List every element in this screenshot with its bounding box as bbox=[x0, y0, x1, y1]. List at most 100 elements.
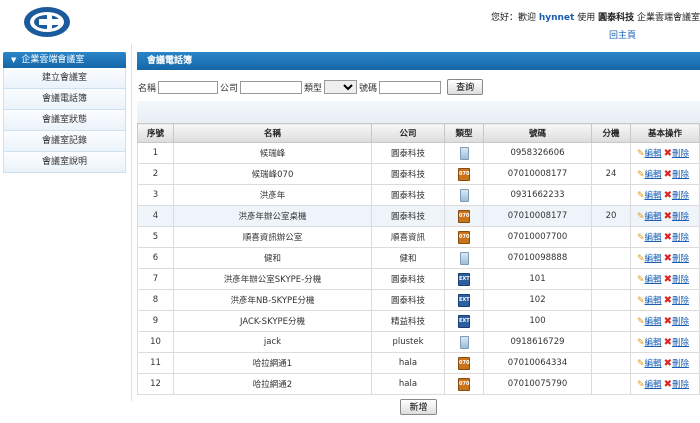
company-input[interactable] bbox=[240, 80, 303, 94]
edit-link[interactable]: 編輯 bbox=[645, 338, 662, 348]
red-x-icon[interactable]: ✖ bbox=[664, 169, 672, 180]
cell-number: 0918616729 bbox=[483, 331, 592, 353]
cell-ext bbox=[591, 268, 631, 290]
red-x-icon[interactable]: ✖ bbox=[664, 274, 672, 285]
edit-link[interactable]: 編輯 bbox=[645, 380, 662, 390]
mobile-phone-icon bbox=[459, 146, 469, 160]
delete-link[interactable]: 刪除 bbox=[672, 359, 689, 369]
col-header-no[interactable]: 序號 bbox=[137, 123, 174, 143]
red-x-icon[interactable]: ✖ bbox=[664, 211, 672, 222]
voip-070-icon: 070 bbox=[458, 230, 470, 244]
red-x-icon[interactable]: ✖ bbox=[664, 295, 672, 306]
red-x-icon[interactable]: ✖ bbox=[664, 190, 672, 201]
pencil-icon[interactable]: ✎ bbox=[637, 254, 645, 264]
edit-link[interactable]: 編輯 bbox=[645, 212, 662, 222]
pencil-icon[interactable]: ✎ bbox=[637, 359, 645, 369]
pencil-icon[interactable]: ✎ bbox=[637, 317, 645, 327]
cell-company: 健和 bbox=[371, 247, 445, 269]
pencil-icon[interactable]: ✎ bbox=[637, 212, 645, 222]
col-header-name[interactable]: 名稱 bbox=[173, 123, 372, 143]
cell-name: 洪彥年NB-SKYPE分機 bbox=[173, 289, 372, 311]
cell-name: JACK-SKYPE分機 bbox=[173, 310, 372, 332]
cell-actions: ✎編輯 ✖刪除 bbox=[630, 310, 700, 332]
table-row[interactable]: 7 洪彥年辦公室SKYPE-分機 圓泰科技 EXT 101 ✎編輯 ✖刪除 bbox=[137, 268, 700, 290]
cell-company: plustek bbox=[371, 331, 445, 353]
table-row[interactable]: 3 洪彥年 圓泰科技 0931662233 ✎編輯 ✖刪除 bbox=[137, 184, 700, 206]
edit-link[interactable]: 編輯 bbox=[645, 275, 662, 285]
table-row[interactable]: 9 JACK-SKYPE分機 精益科技 EXT 100 ✎編輯 ✖刪除 bbox=[137, 310, 700, 332]
red-x-icon[interactable]: ✖ bbox=[664, 379, 672, 390]
sidebar-item-create-room[interactable]: 建立會議室 bbox=[3, 68, 126, 89]
table-row[interactable]: 6 健和 健和 07010098888 ✎編輯 ✖刪除 bbox=[137, 247, 700, 269]
edit-link[interactable]: 編輯 bbox=[645, 191, 662, 201]
edit-link[interactable]: 編輯 bbox=[645, 170, 662, 180]
cell-number: 07010007700 bbox=[483, 226, 592, 248]
col-header-ext[interactable]: 分機 bbox=[591, 123, 631, 143]
delete-link[interactable]: 刪除 bbox=[672, 233, 689, 243]
company-logo[interactable] bbox=[23, 6, 71, 38]
mobile-phone-icon bbox=[459, 188, 469, 202]
red-x-icon[interactable]: ✖ bbox=[664, 337, 672, 348]
edit-link[interactable]: 編輯 bbox=[645, 149, 662, 159]
delete-link[interactable]: 刪除 bbox=[672, 380, 689, 390]
voip-070-icon: 070 bbox=[458, 209, 470, 223]
delete-link[interactable]: 刪除 bbox=[672, 212, 689, 222]
table-row[interactable]: 8 洪彥年NB-SKYPE分機 圓泰科技 EXT 102 ✎編輯 ✖刪除 bbox=[137, 289, 700, 311]
pencil-icon[interactable]: ✎ bbox=[637, 380, 645, 390]
number-input[interactable] bbox=[379, 80, 442, 94]
cell-type: 070 bbox=[444, 205, 484, 227]
pencil-icon[interactable]: ✎ bbox=[637, 296, 645, 306]
red-x-icon[interactable]: ✖ bbox=[664, 232, 672, 243]
pencil-icon[interactable]: ✎ bbox=[637, 338, 645, 348]
red-x-icon[interactable]: ✖ bbox=[664, 253, 672, 264]
table-row[interactable]: 1 候瑞峰 圓泰科技 0958326606 ✎編輯 ✖刪除 bbox=[137, 142, 700, 164]
edit-link[interactable]: 編輯 bbox=[645, 233, 662, 243]
name-input[interactable] bbox=[158, 80, 219, 94]
pencil-icon[interactable]: ✎ bbox=[637, 191, 645, 201]
col-header-number[interactable]: 號碼 bbox=[483, 123, 592, 143]
delete-link[interactable]: 刪除 bbox=[672, 149, 689, 159]
delete-link[interactable]: 刪除 bbox=[672, 317, 689, 327]
delete-link[interactable]: 刪除 bbox=[672, 254, 689, 264]
edit-link[interactable]: 編輯 bbox=[645, 254, 662, 264]
home-link[interactable]: 回主頁 bbox=[609, 28, 636, 41]
edit-link[interactable]: 編輯 bbox=[645, 296, 662, 306]
cell-name: jack bbox=[173, 331, 372, 353]
cell-actions: ✎編輯 ✖刪除 bbox=[630, 142, 700, 164]
table-row[interactable]: 10 jack plustek 0918616729 ✎編輯 ✖刪除 bbox=[137, 331, 700, 353]
delete-link[interactable]: 刪除 bbox=[672, 296, 689, 306]
col-header-type[interactable]: 類型 bbox=[444, 123, 484, 143]
table-row[interactable]: 4 洪彥年辦公室桌機 圓泰科技 070 07010008177 20 ✎編輯 ✖刪除 bbox=[137, 205, 700, 227]
table-row[interactable]: 12 哈拉網通2 hala 070 07010075790 ✎編輯 ✖刪除 bbox=[137, 373, 700, 395]
table-row[interactable]: 5 順喜資訊辦公室 順喜資訊 070 07010007700 ✎編輯 ✖刪除 bbox=[137, 226, 700, 248]
red-x-icon[interactable]: ✖ bbox=[664, 148, 672, 159]
sidebar-item-phonebook[interactable]: 會議電話簿 bbox=[3, 89, 126, 110]
add-button[interactable]: 新增 bbox=[400, 399, 437, 415]
cell-no: 6 bbox=[137, 247, 174, 269]
cell-actions: ✎編輯 ✖刪除 bbox=[630, 184, 700, 206]
type-select[interactable] bbox=[324, 80, 358, 94]
pencil-icon[interactable]: ✎ bbox=[637, 170, 645, 180]
delete-link[interactable]: 刪除 bbox=[672, 275, 689, 285]
edit-link[interactable]: 編輯 bbox=[645, 317, 662, 327]
edit-link[interactable]: 編輯 bbox=[645, 359, 662, 369]
pencil-icon[interactable]: ✎ bbox=[637, 275, 645, 285]
query-button[interactable]: 查詢 bbox=[447, 79, 484, 95]
cell-actions: ✎編輯 ✖刪除 bbox=[630, 373, 700, 395]
table-row[interactable]: 2 候瑞峰070 圓泰科技 070 07010008177 24 ✎編輯 ✖刪除 bbox=[137, 163, 700, 185]
red-x-icon[interactable]: ✖ bbox=[664, 358, 672, 369]
table-row[interactable]: 11 哈拉網通1 hala 070 07010064334 ✎編輯 ✖刪除 bbox=[137, 352, 700, 374]
sidebar-item-room-help[interactable]: 會議室說明 bbox=[3, 152, 126, 173]
pencil-icon[interactable]: ✎ bbox=[637, 233, 645, 243]
red-x-icon[interactable]: ✖ bbox=[664, 316, 672, 327]
sidebar-header[interactable]: ▼ 企業雲端會議室 bbox=[3, 52, 126, 68]
cell-name: 哈拉網通2 bbox=[173, 373, 372, 395]
pencil-icon[interactable]: ✎ bbox=[637, 149, 645, 159]
delete-link[interactable]: 刪除 bbox=[672, 338, 689, 348]
delete-link[interactable]: 刪除 bbox=[672, 170, 689, 180]
sidebar-item-room-status[interactable]: 會議室狀態 bbox=[3, 110, 126, 131]
sidebar-item-room-records[interactable]: 會議室記錄 bbox=[3, 131, 126, 152]
col-header-company[interactable]: 公司 bbox=[371, 123, 445, 143]
delete-link[interactable]: 刪除 bbox=[672, 191, 689, 201]
cell-type: 070 bbox=[444, 163, 484, 185]
